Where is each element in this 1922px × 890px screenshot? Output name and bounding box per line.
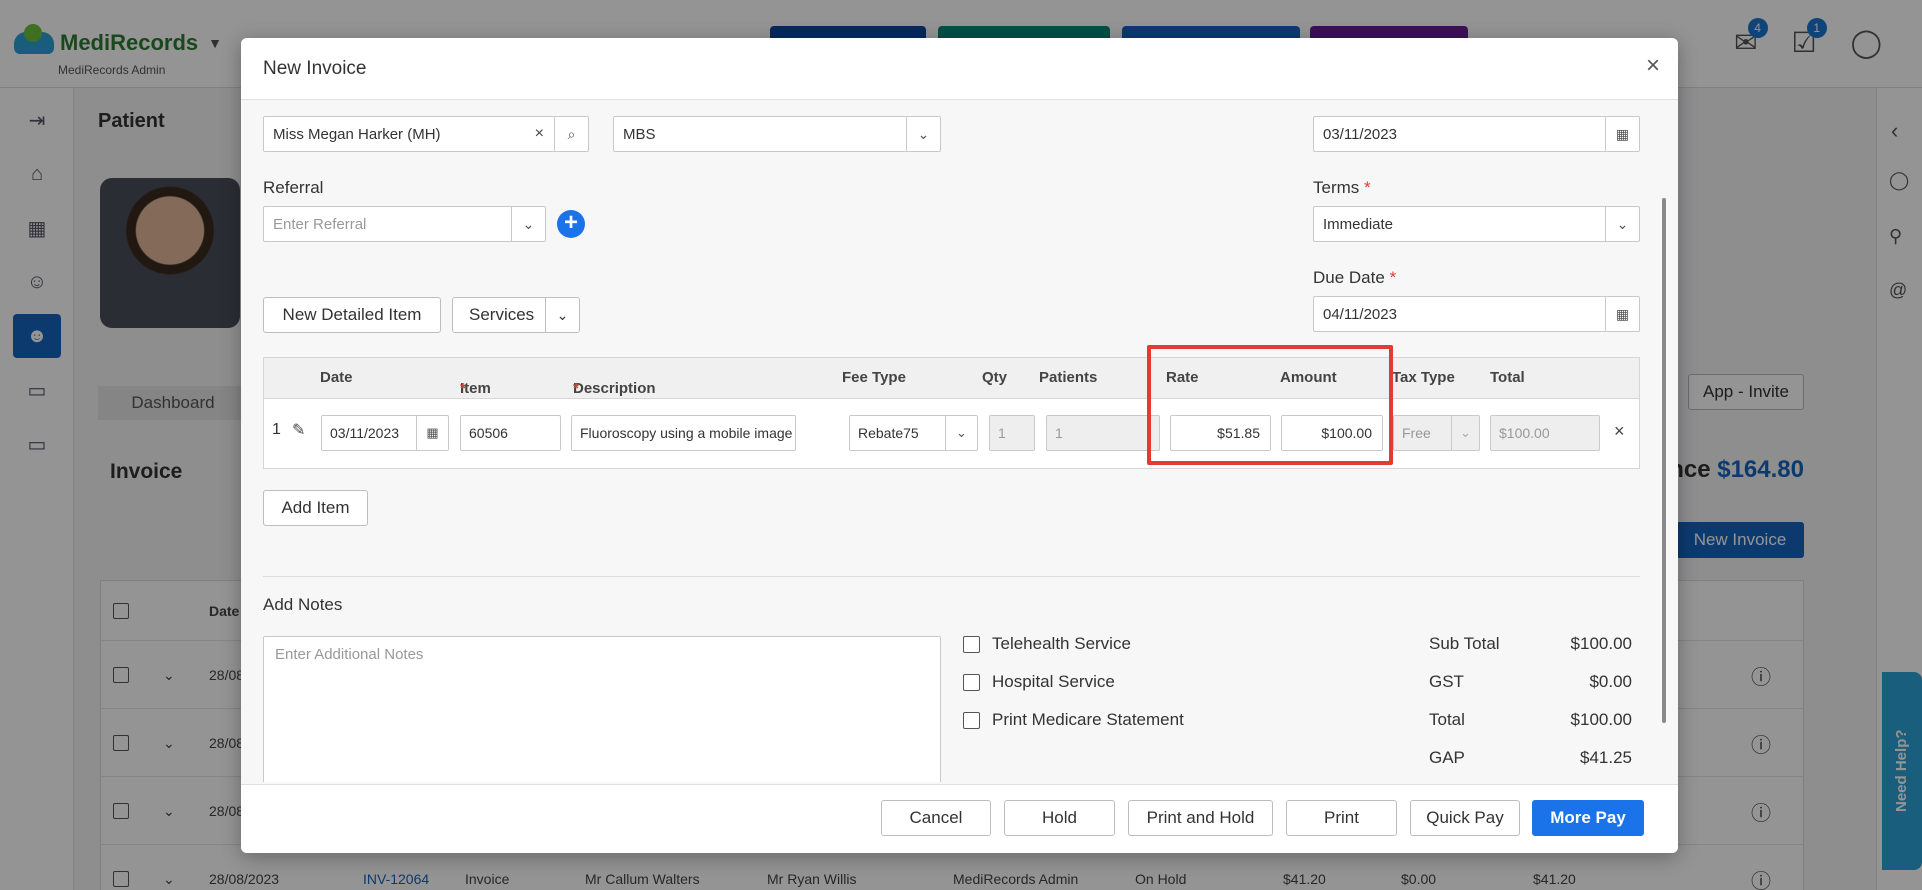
description-field[interactable]: Fluoroscopy using a mobile image int... xyxy=(571,415,796,451)
col-total: Total xyxy=(1490,369,1525,386)
total-field: $100.00 xyxy=(1490,415,1600,451)
hospital-checkbox-row[interactable]: Hospital Service xyxy=(963,672,1115,692)
col-description-label: Description xyxy=(573,380,656,397)
remove-row-icon[interactable]: × xyxy=(1614,421,1625,442)
terms-label-text: Terms xyxy=(1313,178,1360,197)
col-patients: Patients xyxy=(1039,369,1098,386)
billing-type-value: MBS xyxy=(623,125,656,143)
modal-body: Miss Megan Harker (MH) × ⌕ MBS ⌄ 03/11/2… xyxy=(241,100,1678,782)
modal-footer: Cancel Hold Print and Hold Print Quick P… xyxy=(241,784,1678,853)
calendar-icon[interactable]: ▦ xyxy=(416,416,448,450)
new-detailed-item-button[interactable]: New Detailed Item xyxy=(263,297,441,333)
col-date: Date xyxy=(320,369,353,386)
due-date-label-text: Due Date xyxy=(1313,268,1385,287)
print-and-hold-button[interactable]: Print and Hold xyxy=(1128,800,1273,836)
due-date-label: Due Date * xyxy=(1313,268,1396,288)
telehealth-checkbox-row[interactable]: Telehealth Service xyxy=(963,634,1131,654)
qty-field: 1 xyxy=(989,415,1035,451)
chevron-down-icon: ⌄ xyxy=(1451,416,1479,450)
fee-type-value: Rebate75 xyxy=(858,425,919,441)
tax-type-select: Free ⌄ xyxy=(1393,415,1480,451)
due-date-value: 04/11/2023 xyxy=(1323,305,1397,323)
hold-button[interactable]: Hold xyxy=(1004,800,1115,836)
row-number: 1 xyxy=(272,421,281,438)
referral-placeholder: Enter Referral xyxy=(273,215,367,233)
terms-select[interactable]: Immediate ⌄ xyxy=(1313,206,1640,242)
chevron-down-icon[interactable]: ⌄ xyxy=(1605,207,1639,241)
chevron-down-icon[interactable]: ⌄ xyxy=(545,298,579,332)
add-referral-icon[interactable]: + xyxy=(557,210,585,238)
patient-field[interactable]: Miss Megan Harker (MH) × ⌕ xyxy=(263,116,589,152)
clear-icon[interactable]: × xyxy=(535,125,544,143)
row-date-field[interactable]: 03/11/2023 ▦ xyxy=(321,415,449,451)
medicare-label: Print Medicare Statement xyxy=(992,710,1184,729)
medicare-statement-checkbox[interactable] xyxy=(963,711,980,729)
chevron-down-icon[interactable]: ⌄ xyxy=(945,416,977,450)
tax-type-value: Free xyxy=(1402,425,1431,441)
invoice-items-table: Date Item * Description * Fee Type Qty P… xyxy=(263,357,1640,469)
col-tax-type: Tax Type xyxy=(1392,369,1455,386)
notes-textarea[interactable]: Enter Additional Notes xyxy=(263,636,941,782)
terms-label: Terms * xyxy=(1313,178,1371,198)
modal-header: New Invoice × xyxy=(241,38,1678,100)
required-marker: * xyxy=(1389,268,1397,287)
rate-field[interactable]: $51.85 xyxy=(1170,415,1271,451)
row-date-value: 03/11/2023 xyxy=(330,425,400,441)
gst-value: $0.00 xyxy=(1589,672,1632,691)
terms-value: Immediate xyxy=(1323,215,1394,233)
required-marker: * xyxy=(573,380,579,397)
chevron-down-icon[interactable]: ⌄ xyxy=(906,117,940,151)
print-button[interactable]: Print xyxy=(1286,800,1397,836)
calendar-icon[interactable]: ▦ xyxy=(1605,297,1639,331)
section-divider xyxy=(263,576,1640,577)
referral-select[interactable]: Enter Referral ⌄ xyxy=(263,206,546,242)
required-marker: * xyxy=(1364,178,1371,197)
col-qty: Qty xyxy=(982,369,1008,386)
telehealth-label: Telehealth Service xyxy=(992,634,1131,653)
edit-pencil-icon[interactable]: ✎ xyxy=(292,420,305,440)
total-value: $100.00 xyxy=(1570,710,1632,729)
invoice-date-value: 03/11/2023 xyxy=(1323,125,1397,143)
calendar-icon[interactable]: ▦ xyxy=(1605,117,1639,151)
table-row[interactable]: 1 ✎ 03/11/2023 ▦ 60506 Fluoroscopy using… xyxy=(264,399,1639,468)
gap-label: GAP xyxy=(1429,748,1465,767)
chevron-down-icon[interactable]: ⌄ xyxy=(511,207,545,241)
col-rate: Rate xyxy=(1166,369,1199,386)
fee-type-select[interactable]: Rebate75 ⌄ xyxy=(849,415,978,451)
patient-value: Miss Megan Harker (MH) xyxy=(273,125,441,143)
subtotal-label: Sub Total xyxy=(1429,634,1500,653)
gst-label: GST xyxy=(1429,672,1464,691)
referral-label: Referral xyxy=(263,178,324,197)
more-pay-button[interactable]: More Pay xyxy=(1532,800,1644,836)
item-number-field[interactable]: 60506 xyxy=(460,415,561,451)
search-icon[interactable]: ⌕ xyxy=(554,117,588,151)
telehealth-checkbox[interactable] xyxy=(963,635,980,653)
add-item-button[interactable]: Add Item xyxy=(263,490,368,526)
amount-field[interactable]: $100.00 xyxy=(1281,415,1383,451)
required-marker: * xyxy=(460,380,466,397)
col-amount: Amount xyxy=(1280,369,1337,386)
billing-type-select[interactable]: MBS ⌄ xyxy=(613,116,941,152)
col-fee-type: Fee Type xyxy=(842,369,906,386)
add-notes-label: Add Notes xyxy=(263,595,343,614)
gap-value: $41.25 xyxy=(1580,748,1632,767)
invoice-date-field[interactable]: 03/11/2023 ▦ xyxy=(1313,116,1640,152)
subtotal-value: $100.00 xyxy=(1570,634,1632,653)
services-label: Services xyxy=(469,305,535,324)
patients-field: 1 xyxy=(1046,415,1160,451)
cancel-button[interactable]: Cancel xyxy=(881,800,991,836)
medicare-checkbox-row[interactable]: Print Medicare Statement xyxy=(963,710,1184,730)
total-label: Total xyxy=(1429,710,1465,729)
due-date-field[interactable]: 04/11/2023 ▦ xyxy=(1313,296,1640,332)
hospital-label: Hospital Service xyxy=(992,672,1115,691)
quick-pay-button[interactable]: Quick Pay xyxy=(1410,800,1520,836)
hospital-checkbox[interactable] xyxy=(963,673,980,691)
modal-scrollbar[interactable] xyxy=(1662,198,1666,723)
items-table-header: Date Item * Description * Fee Type Qty P… xyxy=(264,358,1639,399)
close-icon[interactable]: × xyxy=(1646,52,1660,80)
new-invoice-modal: New Invoice × Miss Megan Harker (MH) × ⌕… xyxy=(241,38,1678,853)
modal-title: New Invoice xyxy=(263,58,367,79)
services-button[interactable]: Services ⌄ xyxy=(452,297,580,333)
